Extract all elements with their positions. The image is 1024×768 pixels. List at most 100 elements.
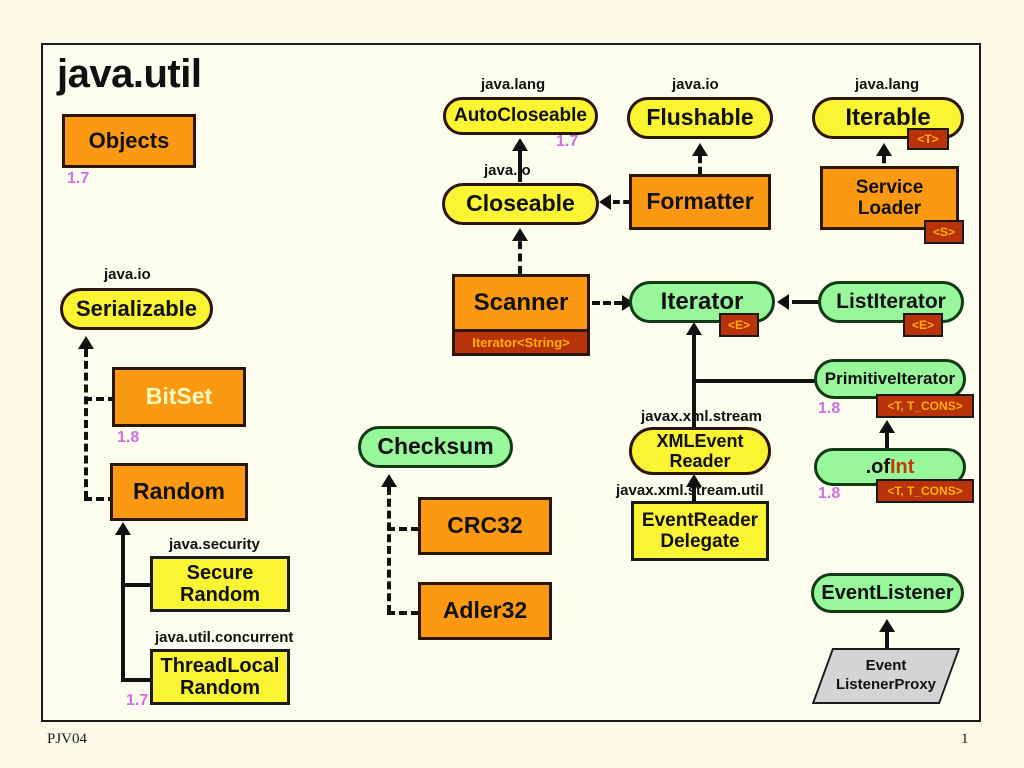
node-service-loader-line2: Loader <box>857 198 922 219</box>
node-event-listener-label: EventListener <box>821 581 954 604</box>
node-event-reader-delegate-line2: Delegate <box>660 531 740 552</box>
arrowhead-serializable <box>78 336 94 349</box>
line-scanner-to-closeable <box>518 241 522 274</box>
version-primitive-iterator: 1.8 <box>818 400 841 417</box>
node-serializable-label: Serializable <box>75 295 198 321</box>
generic-badge-iterator: <E> <box>719 313 759 337</box>
node-serializable[interactable]: Serializable <box>60 288 213 330</box>
generic-badge-of-int: <T, T_CONS> <box>876 479 974 503</box>
node-thread-local-random-line1: ThreadLocal <box>160 654 280 677</box>
node-of-int-label-accent: Int <box>890 455 915 478</box>
version-objects: 1.7 <box>67 170 90 187</box>
arrowhead-primitive-iterator <box>879 420 895 433</box>
node-formatter[interactable]: Formatter <box>629 174 771 230</box>
node-event-reader-delegate-line1: EventReader <box>641 509 759 531</box>
line-checksum-to-adler32 <box>387 611 419 615</box>
version-auto-closeable: 1.7 <box>556 133 579 150</box>
node-adler32[interactable]: Adler32 <box>418 582 552 640</box>
arrowhead-closeable-from-formatter <box>599 194 611 210</box>
node-closeable[interactable]: Closeable <box>442 183 599 225</box>
pkg-auto-closeable: java.lang <box>481 76 546 93</box>
node-event-listener-proxy-line1: Event <box>865 657 907 675</box>
version-bitset: 1.8 <box>117 429 140 446</box>
version-of-int: 1.8 <box>818 485 841 502</box>
line-checksum-trunk <box>387 487 391 613</box>
pkg-serializable: java.io <box>104 266 151 283</box>
node-bitset-label: BitSet <box>145 383 213 410</box>
node-secure-random-line2: Random <box>180 584 260 606</box>
node-auto-closeable[interactable]: AutoCloseable <box>443 97 598 135</box>
node-crc32[interactable]: CRC32 <box>418 497 552 555</box>
arrowhead-closeable <box>512 228 528 241</box>
node-thread-local-random-line2: Random <box>180 677 260 699</box>
generic-badge-iterable: <T> <box>907 128 949 150</box>
node-xml-event-reader-line2: Reader <box>669 451 731 471</box>
node-flushable-label: Flushable <box>646 104 754 131</box>
line-random-to-secure <box>121 583 153 587</box>
line-checksum-to-crc32 <box>387 527 419 531</box>
line-formatter-to-flushable <box>698 156 702 174</box>
line-random-trunk <box>121 534 125 682</box>
node-bitset[interactable]: BitSet <box>112 367 246 427</box>
node-primitive-iterator[interactable]: PrimitiveIterator <box>814 359 966 399</box>
node-adler32-label: Adler32 <box>442 597 528 624</box>
arrowhead-random <box>115 522 131 535</box>
node-event-listener-proxy-line2: ListenerProxy <box>835 676 937 693</box>
node-closeable-label: Closeable <box>466 190 575 217</box>
node-list-iterator-label: ListIterator <box>836 290 946 314</box>
pkg-xml-event-reader: javax.xml.stream <box>641 408 762 425</box>
pkg-flushable: java.io <box>672 76 719 93</box>
node-formatter-label: Formatter <box>646 188 754 215</box>
version-thread-local-random: 1.7 <box>126 692 149 709</box>
node-checksum[interactable]: Checksum <box>358 426 513 468</box>
node-primitive-iterator-label: PrimitiveIterator <box>824 369 956 389</box>
node-random[interactable]: Random <box>110 463 248 521</box>
generic-badge-primitive-iterator: <T, T_CONS> <box>876 394 974 418</box>
pkg-thread-local-random: java.util.concurrent <box>155 629 294 646</box>
node-secure-random[interactable]: Secure Random <box>150 556 290 612</box>
generic-badge-list-iterator: <E> <box>903 313 943 337</box>
line-serializable-trunk <box>84 349 88 499</box>
arrowhead-flushable <box>692 143 708 156</box>
node-secure-random-line1: Secure <box>186 561 254 584</box>
page-title: java.util <box>57 52 202 96</box>
footer-course-code: PJV04 <box>47 731 88 747</box>
arrowhead-event-listener <box>879 619 895 632</box>
node-flushable[interactable]: Flushable <box>627 97 773 139</box>
generic-badge-service-loader: <S> <box>924 220 964 244</box>
node-scanner-implements-band: Iterator<String> <box>452 332 590 356</box>
arrowhead-iterator-bottom <box>686 322 702 335</box>
node-xml-event-reader-line1: XMLEvent <box>656 430 744 451</box>
node-event-reader-delegate[interactable]: EventReader Delegate <box>631 501 769 561</box>
arrowhead-checksum <box>381 474 397 487</box>
node-event-listener-proxy-label: Event ListenerProxy <box>822 648 950 704</box>
node-scanner[interactable]: Scanner <box>452 274 590 332</box>
node-service-loader-line1: Service <box>855 176 924 198</box>
pkg-closeable: java.io <box>484 162 531 179</box>
arrowhead-auto-closeable <box>512 138 528 151</box>
footer-page-number: 1 <box>961 731 969 747</box>
line-list-iterator-to-iterator <box>792 300 820 304</box>
pkg-secure-random: java.security <box>169 536 260 553</box>
node-crc32-label: CRC32 <box>447 512 523 539</box>
pkg-iterable: java.lang <box>855 76 920 93</box>
node-of-int-label-plain: .of <box>865 455 890 478</box>
line-scanner-to-iterator <box>592 301 622 305</box>
node-event-listener[interactable]: EventListener <box>811 573 964 613</box>
arrowhead-iterator-from-list-iterator <box>777 294 789 310</box>
arrowhead-iterable <box>876 143 892 156</box>
node-of-int-label: .ofInt <box>866 456 915 478</box>
node-scanner-label: Scanner <box>473 288 569 316</box>
node-random-label: Random <box>133 478 225 505</box>
line-of-int-to-primitive-iterator <box>885 432 889 448</box>
pkg-event-reader-delegate: javax.xml.stream.util <box>616 482 764 499</box>
node-auto-closeable-label: AutoCloseable <box>453 105 588 127</box>
node-xml-event-reader[interactable]: XMLEvent Reader <box>629 427 771 475</box>
node-thread-local-random[interactable]: ThreadLocal Random <box>150 649 290 705</box>
line-iterator-to-primitive-iterator <box>692 379 816 383</box>
node-objects-label: Objects <box>88 127 170 153</box>
node-objects[interactable]: Objects <box>62 114 196 168</box>
line-formatter-to-closeable <box>613 200 630 204</box>
node-iterator-label: Iterator <box>660 287 744 315</box>
line-random-to-threadlocal <box>121 678 153 682</box>
